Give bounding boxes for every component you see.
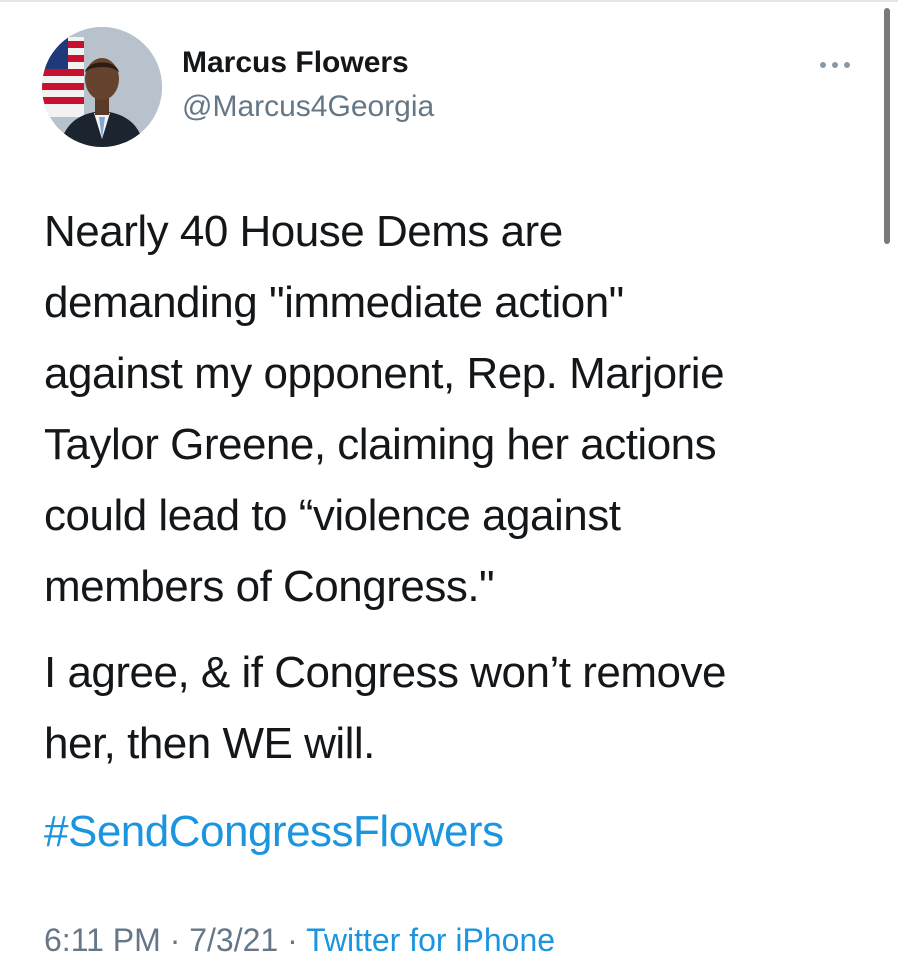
profile-photo-icon bbox=[42, 27, 162, 147]
author-handle[interactable]: @Marcus4Georgia bbox=[182, 90, 434, 124]
tweet-line: members of Congress." bbox=[44, 562, 495, 611]
tweet-line: Nearly 40 House Dems are bbox=[44, 207, 563, 256]
top-divider bbox=[0, 0, 898, 2]
meta-separator: · bbox=[278, 922, 307, 958]
tweet-line: against my opponent, Rep. Marjorie bbox=[44, 349, 725, 398]
tweet-date[interactable]: 7/3/21 bbox=[189, 922, 278, 958]
author-name[interactable]: Marcus Flowers bbox=[182, 46, 409, 80]
more-horizontal-icon[interactable] bbox=[818, 58, 852, 72]
meta-separator: · bbox=[160, 922, 190, 958]
tweet-line: could lead to “violence against bbox=[44, 491, 621, 540]
tweet-line: I agree, & if Congress won’t remove bbox=[44, 648, 726, 697]
tweet-time[interactable]: 6:11 PM bbox=[44, 922, 161, 958]
tweet-paragraph-2: I agree, & if Congress won’t remove her,… bbox=[44, 637, 844, 779]
scrollbar[interactable] bbox=[884, 8, 890, 244]
hashtag-link[interactable]: #SendCongressFlowers bbox=[44, 804, 504, 860]
tweet-metadata: 6:11 PM · 7/3/21 · Twitter for iPhone bbox=[44, 920, 555, 960]
tweet-line: demanding "immediate action" bbox=[44, 278, 624, 327]
avatar[interactable] bbox=[42, 27, 162, 147]
tweet-line: Taylor Greene, claiming her actions bbox=[44, 420, 717, 469]
tweet-line: her, then WE will. bbox=[44, 719, 375, 768]
tweet-text: Nearly 40 House Dems are demanding "imme… bbox=[44, 196, 844, 622]
tweet-source-link[interactable]: Twitter for iPhone bbox=[306, 922, 555, 958]
